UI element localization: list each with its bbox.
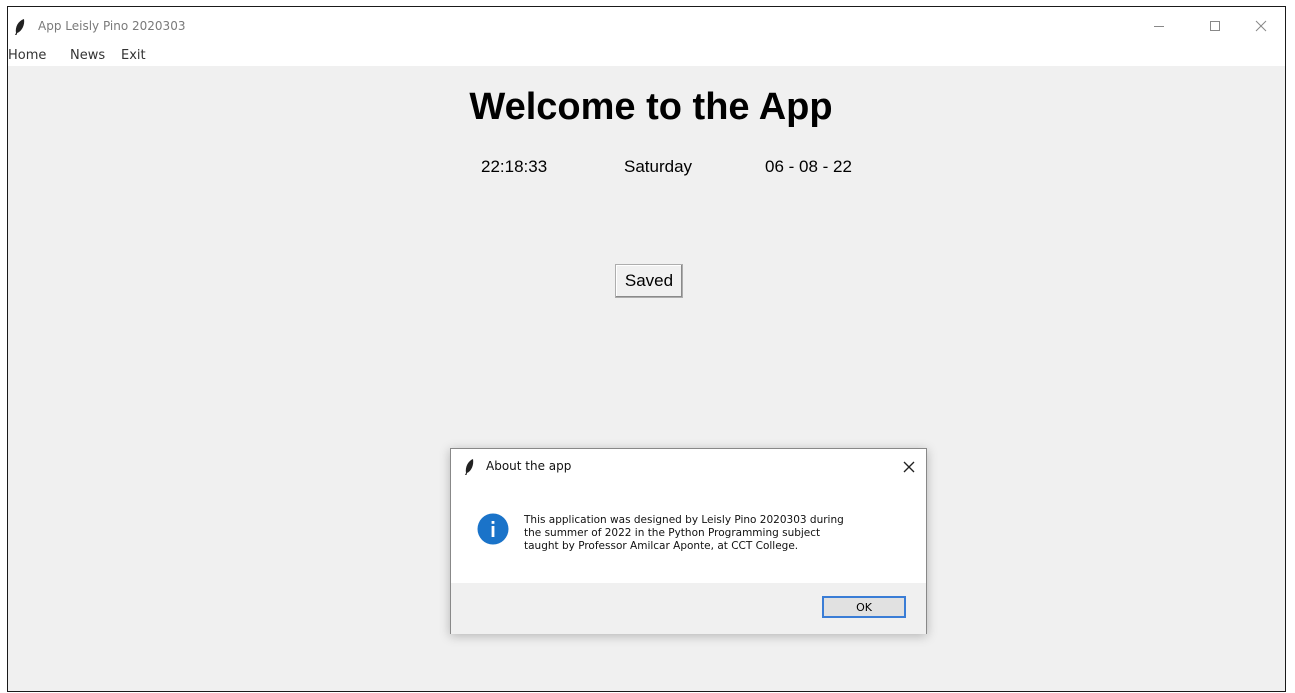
message-line: This application was designed by Leisly …	[524, 514, 844, 526]
maximize-icon	[1210, 21, 1220, 31]
feather-icon	[465, 459, 474, 475]
welcome-heading: Welcome to the App	[469, 86, 833, 128]
weekday-label: Saturday	[624, 157, 693, 176]
menu-exit[interactable]: Exit	[121, 48, 146, 63]
clock-time: 22:18:33	[481, 157, 548, 176]
menu-home[interactable]: Home	[8, 48, 46, 63]
date-label: 06 - 08 - 22	[765, 157, 852, 176]
minimize-button[interactable]	[1148, 15, 1170, 37]
dialog-message: This application was designed by Leisly …	[524, 514, 914, 553]
close-button[interactable]	[1250, 15, 1272, 37]
info-icon	[477, 513, 509, 545]
dialog-footer: OK	[451, 583, 926, 634]
message-line: the summer of 2022 in the Python Program…	[524, 527, 821, 539]
menu-bar: Home News Exit	[8, 45, 1285, 66]
message-line: taught by Professor Amilcar Aponte, at C…	[524, 540, 799, 552]
ok-button[interactable]: OK	[822, 596, 906, 618]
window-title: App Leisly Pino 2020303	[38, 19, 186, 33]
dialog-title: About the app	[486, 459, 572, 473]
close-icon	[1255, 20, 1267, 32]
title-bar: App Leisly Pino 2020303	[8, 7, 1285, 45]
close-icon[interactable]	[899, 457, 919, 477]
minimize-icon	[1154, 26, 1164, 27]
saved-button[interactable]: Saved	[615, 264, 683, 298]
about-dialog: About the app This application was desig…	[450, 448, 927, 634]
feather-icon	[15, 19, 25, 35]
menu-news[interactable]: News	[70, 48, 105, 63]
maximize-button[interactable]	[1204, 15, 1226, 37]
